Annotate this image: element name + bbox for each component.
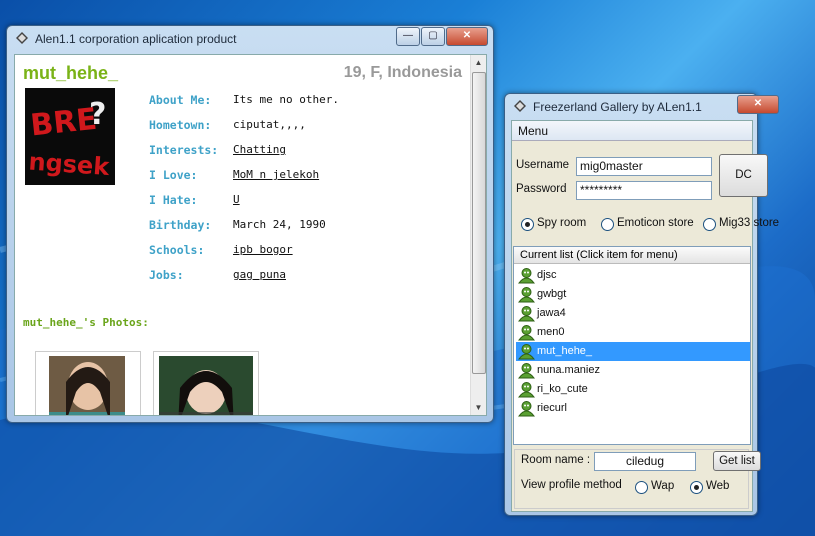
field-birthday: Birthday: March 24, 1990 — [149, 218, 326, 232]
wap-label: Wap — [651, 480, 675, 492]
list-item[interactable]: ri_ko_cute — [516, 380, 750, 399]
list-item[interactable]: djsc — [516, 266, 750, 285]
gallery-close-button[interactable]: ✕ — [737, 95, 779, 114]
current-list[interactable]: Current list (Click item for menu) djsc g… — [513, 246, 751, 445]
field-jobs: Jobs: gag puna — [149, 268, 286, 282]
user-status-icon — [518, 287, 535, 303]
user-status-icon — [518, 306, 535, 322]
profile-summary: 19, F, Indonesia — [343, 64, 462, 81]
minimize-button[interactable]: — — [396, 27, 420, 46]
svg-text:?: ? — [89, 97, 106, 132]
list-item[interactable]: mut_hehe_ — [516, 342, 750, 361]
list-item[interactable]: gwbgt — [516, 285, 750, 304]
wap-radio[interactable] — [635, 481, 648, 494]
maximize-button[interactable]: ▢ — [421, 27, 445, 46]
i-love-link[interactable]: MoM n jelekoh — [233, 168, 319, 181]
list-item-label: riecurl — [537, 402, 567, 414]
photos-title: mut_hehe_'s Photos: — [23, 316, 149, 329]
room-name-field[interactable]: ciledug — [594, 452, 696, 471]
field-i-hate: I Hate: U — [149, 193, 240, 207]
photo-1-image — [49, 356, 125, 415]
mig33-store-radio[interactable] — [703, 218, 716, 231]
web-radio[interactable] — [690, 481, 703, 494]
emoticon-store-radio[interactable] — [601, 218, 614, 231]
menu-item-menu[interactable]: Menu — [518, 124, 548, 138]
menubar: Menu — [512, 121, 752, 141]
list-header[interactable]: Current list (Click item for menu) — [514, 247, 750, 264]
spy-room-label: Spy room — [537, 217, 587, 229]
list-item[interactable]: riecurl — [516, 399, 750, 418]
user-status-icon — [518, 401, 535, 417]
app-diamond-icon — [16, 32, 28, 44]
photo-1[interactable] — [35, 351, 141, 415]
profile-window-title: Alen1.1 corporation aplication product — [35, 32, 237, 46]
list-item[interactable]: nuna.maniez — [516, 361, 750, 380]
jobs-link[interactable]: gag puna — [233, 268, 286, 281]
emoticon-store-label: Emoticon store — [617, 217, 694, 229]
list-item-label: jawa4 — [537, 307, 566, 319]
list-item-label: djsc — [537, 269, 557, 281]
user-status-icon — [518, 325, 535, 341]
field-schools: Schools: ipb bogor — [149, 243, 293, 257]
list-item-label: ri_ko_cute — [537, 383, 588, 395]
photo-2[interactable] — [153, 351, 259, 415]
dc-button[interactable]: DC — [719, 154, 768, 197]
gallery-content: Menu Username mig0master Password ******… — [511, 120, 779, 512]
room-name-label: Room name : — [521, 454, 591, 466]
photo-2-image — [159, 356, 253, 415]
user-status-icon — [518, 363, 535, 379]
field-interests: Interests: Chatting — [149, 143, 286, 157]
i-hate-link[interactable]: U — [233, 193, 240, 206]
field-hometown: Hometown: ciputat,,,, — [149, 118, 306, 132]
app-diamond-icon — [514, 100, 526, 112]
user-status-icon — [518, 268, 535, 284]
list-item-label: men0 — [537, 326, 565, 338]
room-panel: Room name : ciledug Get list View profil… — [514, 449, 761, 509]
profile-username: mut_hehe_ — [23, 63, 119, 83]
profile-window-titlebar[interactable]: Alen1.1 corporation aplication product —… — [7, 26, 493, 52]
avatar: BRE ? ngsek — [25, 88, 115, 185]
get-list-button[interactable]: Get list — [713, 451, 761, 471]
scroll-down-arrow-icon[interactable]: ▼ — [471, 400, 486, 415]
view-method-label: View profile method — [521, 479, 622, 491]
svg-text:ngsek: ngsek — [28, 148, 112, 182]
gallery-window: Freezerland Gallery by ALen1.1 ✕ Menu Us… — [504, 93, 779, 516]
list-item[interactable]: jawa4 — [516, 304, 750, 323]
list-item[interactable]: men0 — [516, 323, 750, 342]
list-item-label: nuna.maniez — [537, 364, 600, 376]
field-about-me: About Me: Its me no other. — [149, 93, 339, 107]
field-i-love: I Love: MoM n jelekoh — [149, 168, 320, 182]
password-label: Password — [516, 183, 567, 195]
gallery-window-title: Freezerland Gallery by ALen1.1 — [533, 100, 702, 114]
spy-room-radio[interactable] — [521, 218, 534, 231]
close-button[interactable]: ✕ — [446, 27, 488, 46]
profile-content: mut_hehe_ 19, F, Indonesia BRE ? ngsek A… — [14, 54, 487, 416]
profile-window: Alen1.1 corporation aplication product —… — [6, 25, 494, 423]
mig33-store-label: Mig33 store — [719, 217, 780, 229]
list-item-label: gwbgt — [537, 288, 567, 300]
username-field[interactable]: mig0master — [576, 157, 712, 176]
scrollbar-thumb[interactable] — [472, 72, 486, 374]
scroll-up-arrow-icon[interactable]: ▲ — [471, 55, 486, 70]
gallery-window-titlebar[interactable]: Freezerland Gallery by ALen1.1 ✕ — [505, 94, 779, 120]
interests-link[interactable]: Chatting — [233, 143, 286, 156]
profile-scrollbar[interactable]: ▲ ▼ — [470, 55, 486, 415]
list-item-label: mut_hehe_ — [537, 345, 593, 357]
web-label: Web — [706, 480, 730, 492]
user-status-icon — [518, 344, 535, 360]
password-field[interactable]: ********* — [576, 181, 712, 200]
schools-link[interactable]: ipb bogor — [233, 243, 293, 256]
user-status-icon — [518, 382, 535, 398]
username-label: Username — [516, 159, 570, 171]
